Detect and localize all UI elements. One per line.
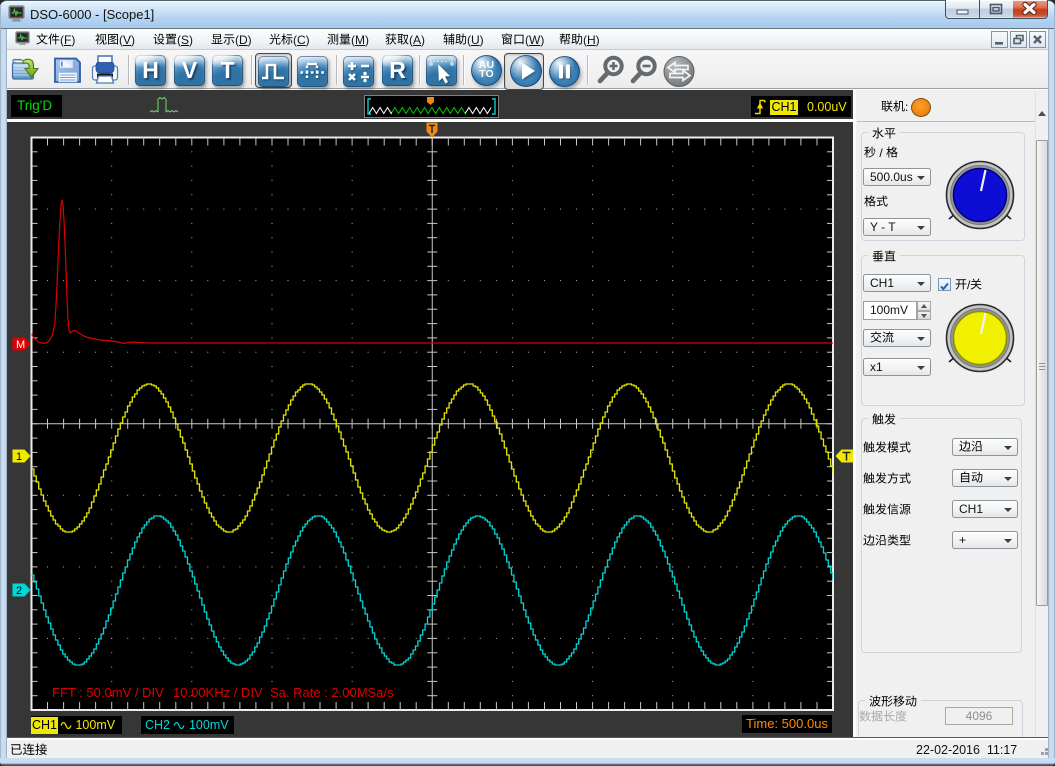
svg-text:M: M [16,339,25,351]
svg-text:Sa. Rate : 2.00MSa/s: Sa. Rate : 2.00MSa/s [270,685,394,700]
svg-text:1: 1 [16,451,22,463]
svg-text:2: 2 [16,585,22,597]
svg-text:10.00KHz / DIV: 10.00KHz / DIV [173,685,263,700]
svg-text:FFT : 50.0mV / DIV: FFT : 50.0mV / DIV [52,685,164,700]
